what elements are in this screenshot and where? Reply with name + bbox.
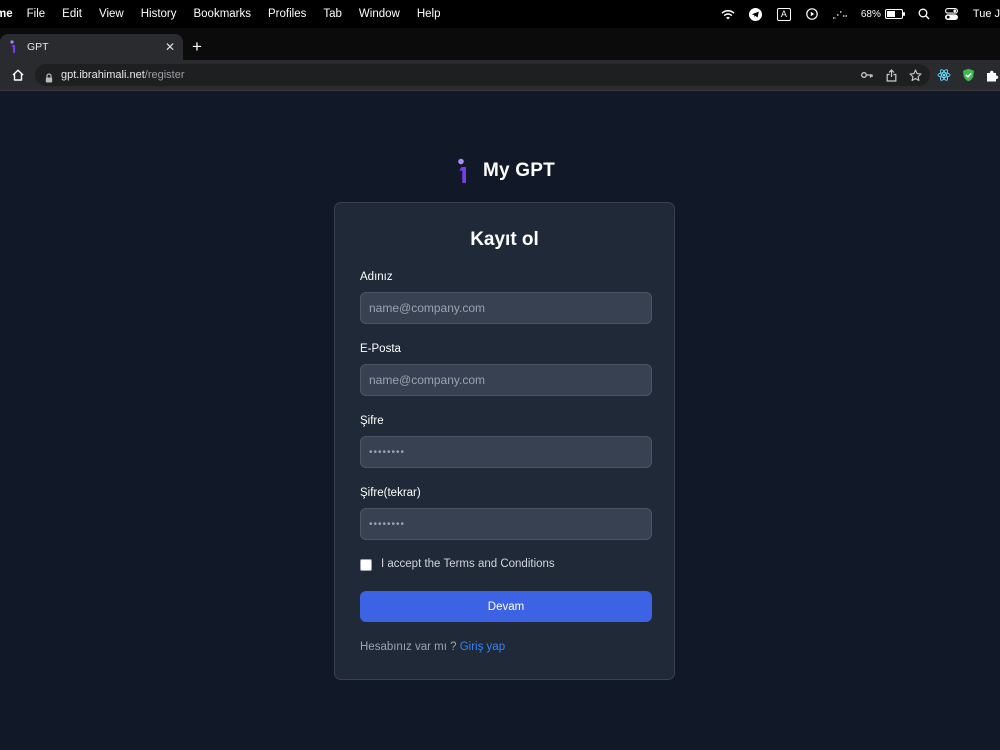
address-bar[interactable]: gpt.ibrahimali.net/register [35, 64, 930, 86]
share-icon[interactable] [884, 67, 898, 83]
search-icon[interactable] [917, 7, 931, 21]
password-confirm-label: Şifre(tekrar) [360, 487, 421, 499]
tab-strip: GPT ✕ + [0, 28, 1000, 60]
terms-label[interactable]: I accept the Terms and Conditions [381, 558, 555, 570]
signin-row: Hesabınız var mı ? Giriş yap [360, 641, 505, 653]
form-title: Kayıt ol [470, 229, 539, 250]
wifi-icon[interactable] [721, 7, 735, 21]
gpt-favicon-icon [9, 40, 19, 54]
star-icon[interactable] [908, 67, 922, 83]
tab-title: GPT [27, 41, 49, 53]
clock-date[interactable]: Tue J [973, 8, 1000, 20]
battery-indicator[interactable]: 68% [860, 8, 905, 20]
close-icon[interactable]: ✕ [165, 40, 175, 54]
menu-file[interactable]: File [27, 8, 46, 20]
brand-name: My GPT [483, 160, 555, 181]
menu-history[interactable]: History [141, 8, 177, 20]
have-account-text: Hesabınız var mı ? [360, 641, 457, 653]
brand-header: My GPT [0, 158, 1000, 184]
signin-link[interactable]: Giriş yap [460, 641, 505, 653]
menu-bar: me File Edit View History Bookmarks Prof… [0, 0, 1000, 28]
lock-icon[interactable] [45, 70, 53, 83]
menu-edit[interactable]: Edit [62, 8, 82, 20]
url-path: /register [144, 69, 185, 81]
menu-help[interactable]: Help [417, 8, 441, 20]
menu-bookmarks[interactable]: Bookmarks [193, 8, 251, 20]
extensions-puzzle-icon[interactable] [985, 67, 999, 83]
terms-checkbox[interactable] [360, 559, 372, 571]
menu-profiles[interactable]: Profiles [268, 8, 306, 20]
address-bar-actions [860, 67, 922, 83]
menu-window[interactable]: Window [359, 8, 400, 20]
name-label: Adınız [360, 271, 393, 283]
menu-tab[interactable]: Tab [323, 8, 342, 20]
telegram-icon[interactable] [749, 7, 763, 21]
tab-gpt[interactable]: GPT ✕ [0, 34, 183, 60]
shield-extension-icon[interactable] [961, 67, 975, 83]
extensions-area [937, 67, 999, 83]
password-confirm-input[interactable] [360, 508, 652, 540]
keyboard-input-icon[interactable]: A [776, 7, 791, 21]
brand-logo-icon [455, 158, 473, 184]
url-host: gpt.ibrahimali.net [61, 69, 145, 81]
browser-toolbar: gpt.ibrahimali.net/register [0, 60, 1000, 91]
plus-icon[interactable]: + [192, 38, 202, 56]
status-area: A 68% Tue J [707, 0, 1000, 28]
battery-percent: 68% [860, 8, 881, 20]
submit-button[interactable]: Devam [360, 591, 652, 622]
email-input[interactable] [360, 364, 652, 396]
react-devtools-icon[interactable] [937, 67, 951, 83]
activity-icon[interactable] [832, 7, 847, 21]
password-label: Şifre [360, 415, 384, 427]
key-icon[interactable] [860, 67, 874, 83]
menu-view[interactable]: View [99, 8, 124, 20]
url-text[interactable]: gpt.ibrahimali.net/register [61, 69, 185, 81]
email-label: E-Posta [360, 343, 401, 355]
name-input[interactable] [360, 292, 652, 324]
play-circle-icon[interactable] [805, 7, 819, 21]
menu-app-name[interactable]: me [0, 8, 13, 20]
battery-level-fill [886, 11, 896, 17]
battery-tip [902, 12, 905, 16]
register-card: Kayıt ol Adınız E-Posta Şifre Şifre(tekr… [334, 202, 675, 680]
control-center-icon[interactable] [945, 7, 959, 21]
battery-icon [884, 9, 905, 19]
home-icon[interactable] [11, 68, 25, 82]
password-input[interactable] [360, 436, 652, 468]
